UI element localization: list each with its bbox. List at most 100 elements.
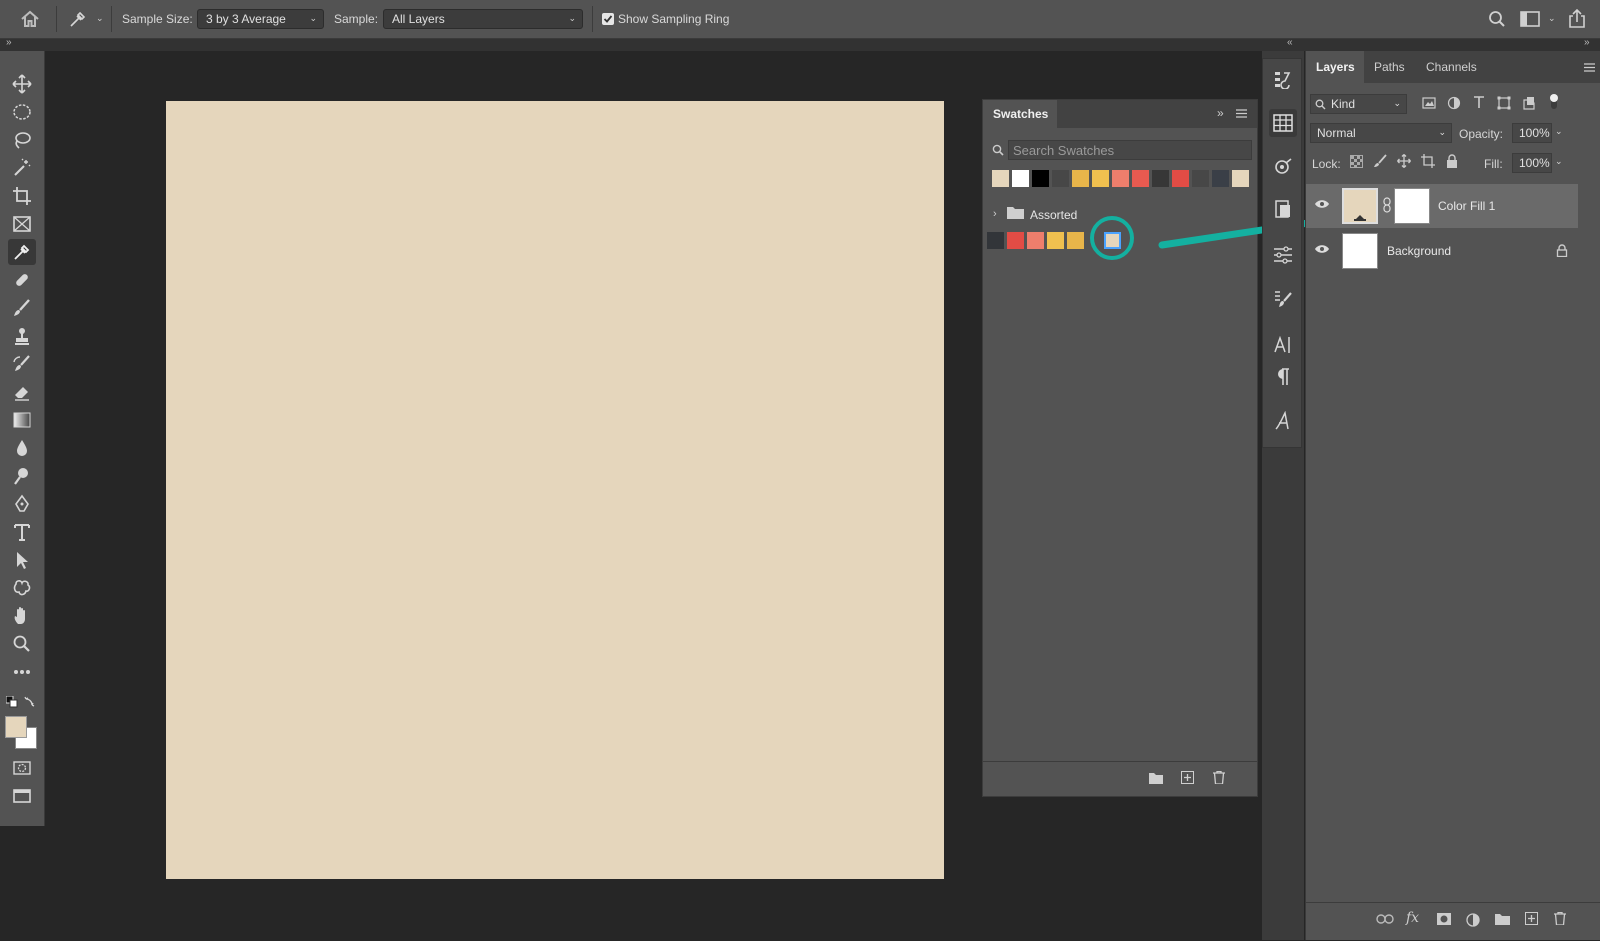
tab-layers[interactable]: Layers [1306, 51, 1364, 83]
crop-icon[interactable] [8, 183, 36, 209]
dodge-icon[interactable] [8, 463, 36, 489]
chevron-down-icon[interactable]: ⌄ [1548, 13, 1556, 24]
color-swatch[interactable] [1232, 170, 1249, 187]
brush-settings-icon[interactable] [1269, 285, 1297, 313]
lock-all-icon[interactable] [1446, 154, 1458, 168]
clone-stamp-icon[interactable] [8, 323, 36, 349]
color-swatch[interactable] [1132, 170, 1149, 187]
document-canvas[interactable] [166, 101, 944, 879]
lock-position-icon[interactable] [1397, 154, 1411, 168]
sample-dropdown[interactable]: All Layers ⌄ [383, 9, 583, 29]
hand-icon[interactable] [8, 603, 36, 629]
type-icon[interactable] [8, 519, 36, 545]
new-swatch-icon[interactable] [1181, 771, 1194, 784]
color-swatch[interactable] [1072, 170, 1089, 187]
blend-mode-dropdown[interactable]: Normal ⌄ [1310, 123, 1452, 143]
blur-icon[interactable] [8, 435, 36, 461]
new-layer-icon[interactable] [1525, 912, 1538, 925]
adjustment-layer-icon[interactable] [1466, 913, 1480, 927]
delete-swatch-icon[interactable] [1213, 771, 1225, 784]
pen-icon[interactable] [8, 491, 36, 517]
new-group-icon[interactable] [1149, 772, 1163, 784]
layer-thumbnail[interactable] [1342, 233, 1378, 269]
color-swatch[interactable] [1212, 170, 1229, 187]
delete-layer-icon[interactable] [1554, 912, 1566, 925]
eyedropper-tool-icon[interactable] [8, 239, 36, 265]
collapse-panel-icon[interactable]: » [1217, 106, 1224, 120]
filter-toggle-icon[interactable] [1549, 93, 1559, 111]
group-layers-icon[interactable] [1495, 913, 1510, 925]
layer-thumbnail[interactable] [1342, 188, 1378, 224]
gradient-icon[interactable] [8, 407, 36, 433]
pixel-filter-icon[interactable] [1422, 96, 1436, 110]
layer-mask-thumbnail[interactable] [1394, 188, 1430, 224]
history-brush-icon[interactable] [8, 351, 36, 377]
eyedropper-icon[interactable] [68, 10, 88, 28]
color-swatch[interactable] [1092, 170, 1109, 187]
chevron-down-icon[interactable]: ⌄ [1555, 126, 1563, 137]
search-swatches-input[interactable]: Search Swatches [1008, 140, 1252, 160]
collapse-panels-icon[interactable]: « [1287, 37, 1293, 48]
layer-row-color-fill[interactable]: Color Fill 1 [1306, 184, 1578, 228]
brush-icon[interactable] [8, 295, 36, 321]
show-sampling-ring-checkbox[interactable] [602, 13, 614, 25]
panel-menu-icon[interactable] [1584, 63, 1595, 72]
more-tools-icon[interactable] [8, 659, 36, 685]
panel-menu-icon[interactable] [1236, 109, 1247, 118]
smart-object-filter-icon[interactable] [1522, 96, 1536, 110]
color-swatch[interactable] [992, 170, 1009, 187]
chevron-down-icon[interactable]: ⌄ [96, 13, 104, 24]
elliptical-marquee-icon[interactable] [8, 99, 36, 125]
libraries-panel-icon[interactable] [1269, 195, 1297, 223]
swatches-panel-icon[interactable] [1269, 109, 1297, 137]
type-filter-icon[interactable] [1472, 95, 1486, 109]
history-panel-icon[interactable] [1269, 65, 1297, 93]
share-icon[interactable] [1568, 9, 1586, 29]
color-swatch[interactable] [1047, 232, 1064, 249]
color-swatch[interactable] [1027, 232, 1044, 249]
mask-icon[interactable] [1437, 913, 1451, 925]
path-selection-icon[interactable] [8, 547, 36, 573]
opacity-input[interactable]: 100% [1512, 123, 1552, 143]
workspace-icon[interactable] [1520, 11, 1540, 27]
link-icon[interactable] [1376, 914, 1394, 924]
screen-mode-icon[interactable] [8, 783, 36, 809]
navigator-panel-icon[interactable] [1269, 153, 1297, 181]
layer-name[interactable]: Background [1387, 244, 1451, 258]
eraser-icon[interactable] [8, 379, 36, 405]
zoom-icon[interactable] [8, 631, 36, 657]
chevron-down-icon[interactable]: ⌄ [1555, 156, 1563, 167]
color-swatch[interactable] [1012, 170, 1029, 187]
adjustments-panel-icon[interactable] [1269, 241, 1297, 269]
visibility-eye-icon[interactable] [1314, 244, 1330, 254]
character-panel-icon[interactable] [1269, 331, 1297, 359]
visibility-eye-icon[interactable] [1314, 199, 1330, 209]
color-swatch[interactable] [1007, 232, 1024, 249]
layer-name[interactable]: Color Fill 1 [1438, 199, 1495, 213]
color-swatch[interactable] [1032, 170, 1049, 187]
lock-pixels-icon[interactable] [1373, 154, 1387, 168]
expand-group-icon[interactable]: › [993, 208, 997, 220]
expand-panels-icon[interactable]: » [1584, 37, 1590, 48]
fx-icon[interactable]: fx [1406, 910, 1419, 926]
lasso-icon[interactable] [8, 127, 36, 153]
tab-paths[interactable]: Paths [1374, 51, 1405, 83]
tab-channels[interactable]: Channels [1426, 51, 1477, 83]
foreground-color-swatch[interactable] [5, 716, 27, 738]
color-swatch[interactable] [987, 232, 1004, 249]
default-colors-icon[interactable] [6, 696, 18, 708]
sample-size-dropdown[interactable]: 3 by 3 Average ⌄ [197, 9, 324, 29]
chain-link-icon[interactable] [1383, 197, 1391, 213]
lock-transparent-icon[interactable] [1350, 155, 1363, 168]
color-swatch[interactable] [1112, 170, 1129, 187]
color-swatch[interactable] [1172, 170, 1189, 187]
home-icon[interactable] [20, 10, 40, 28]
shape-filter-icon[interactable] [1497, 96, 1511, 110]
search-icon[interactable] [1488, 10, 1506, 28]
swap-colors-icon[interactable] [24, 695, 36, 707]
tab-swatches[interactable]: Swatches [983, 100, 1057, 128]
quick-mask-icon[interactable] [8, 755, 36, 781]
magic-wand-icon[interactable] [8, 155, 36, 181]
expand-toolbar-icon[interactable]: » [6, 37, 12, 48]
color-swatch[interactable] [1152, 170, 1169, 187]
